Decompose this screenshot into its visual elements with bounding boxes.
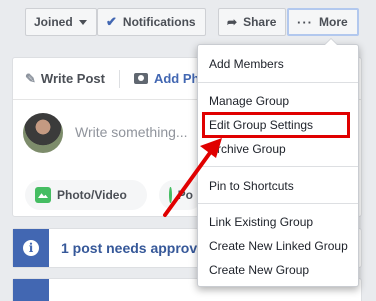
annotation-arrow-icon <box>163 138 222 217</box>
